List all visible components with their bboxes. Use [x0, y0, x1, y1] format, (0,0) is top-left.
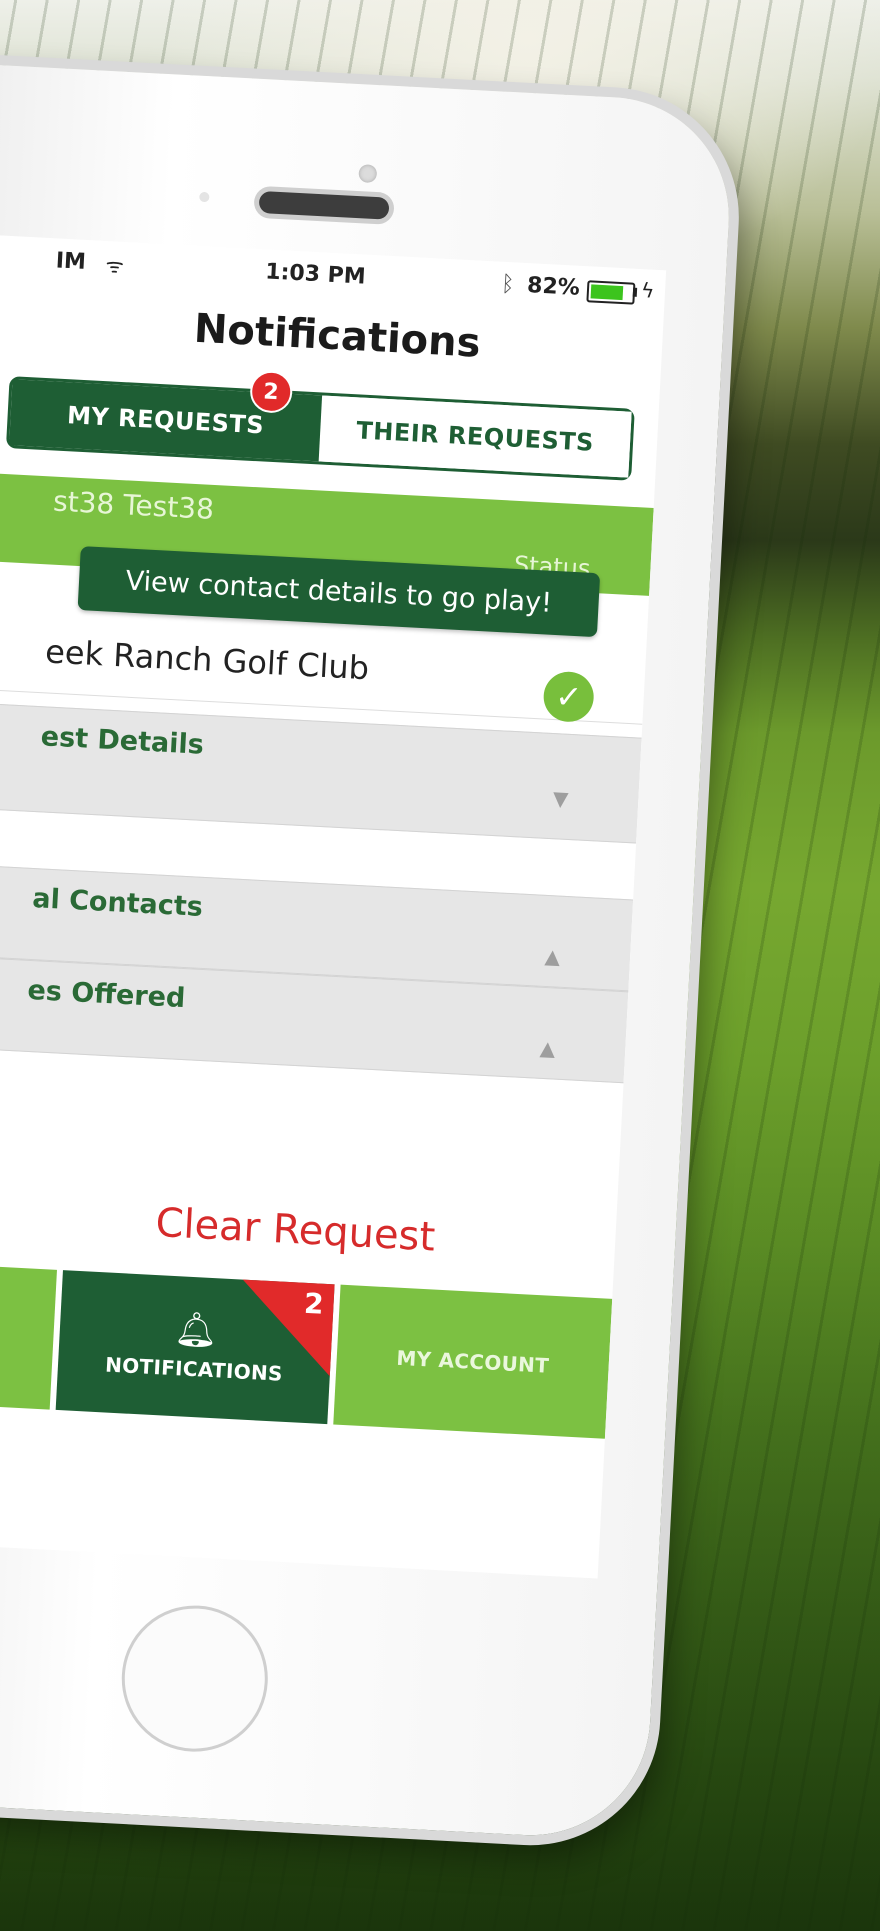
request-tabs: MY REQUESTS 2 THEIR REQUESTS — [5, 369, 635, 481]
app-screen: IM ᯤ 1:03 PM ᛒ 82% ϟ Notifications MY RE… — [0, 230, 667, 1579]
chevron-up-icon: ▲ — [544, 943, 561, 969]
tab-their-requests-label: THEIR REQUESTS — [355, 416, 595, 457]
tab-my-requests[interactable]: MY REQUESTS 2 — [9, 369, 323, 462]
chevron-up-icon: ▲ — [539, 1035, 556, 1061]
check-icon: ✓ — [542, 670, 595, 724]
tab-bar-item-my-account[interactable]: MY ACCOUNT — [333, 1284, 613, 1439]
tab-bar-account-label: MY ACCOUNT — [395, 1345, 550, 1378]
bottom-tab-bar: s 2 🔔︎ NOTIFICATIONS MY ACCOUNT — [0, 1259, 613, 1439]
section-label: al Contacts — [31, 883, 204, 923]
tab-bar-item-notifications[interactable]: 2 🔔︎ NOTIFICATIONS — [55, 1270, 335, 1425]
request-details-section[interactable]: est Details ▼ — [0, 697, 642, 844]
battery-icon — [586, 280, 636, 305]
charging-icon: ϟ — [640, 278, 655, 303]
bell-icon: 🔔︎ — [173, 1309, 219, 1352]
bluetooth-icon: ᛒ — [500, 271, 516, 298]
notifications-badge-count: 2 — [303, 1286, 325, 1321]
clear-request-button[interactable]: Clear Request — [0, 1184, 616, 1270]
tab-bar-item-left[interactable]: s — [0, 1259, 57, 1410]
chevron-down-icon: ▼ — [552, 786, 569, 811]
phone-mockup: IM ᯤ 1:03 PM ᛒ 82% ϟ Notifications MY RE… — [0, 58, 735, 1842]
section-label: es Offered — [26, 974, 187, 1015]
request-player-name: st38 Test38 — [52, 484, 215, 526]
battery-nub — [632, 287, 638, 297]
tab-their-requests[interactable]: THEIR REQUESTS — [318, 395, 632, 478]
club-name: eek Ranch Golf Club — [44, 632, 370, 688]
tab-my-requests-label: MY REQUESTS — [66, 401, 265, 440]
battery-percent: 82% — [526, 273, 581, 301]
my-requests-badge: 2 — [249, 369, 294, 414]
section-label: est Details — [40, 721, 205, 761]
